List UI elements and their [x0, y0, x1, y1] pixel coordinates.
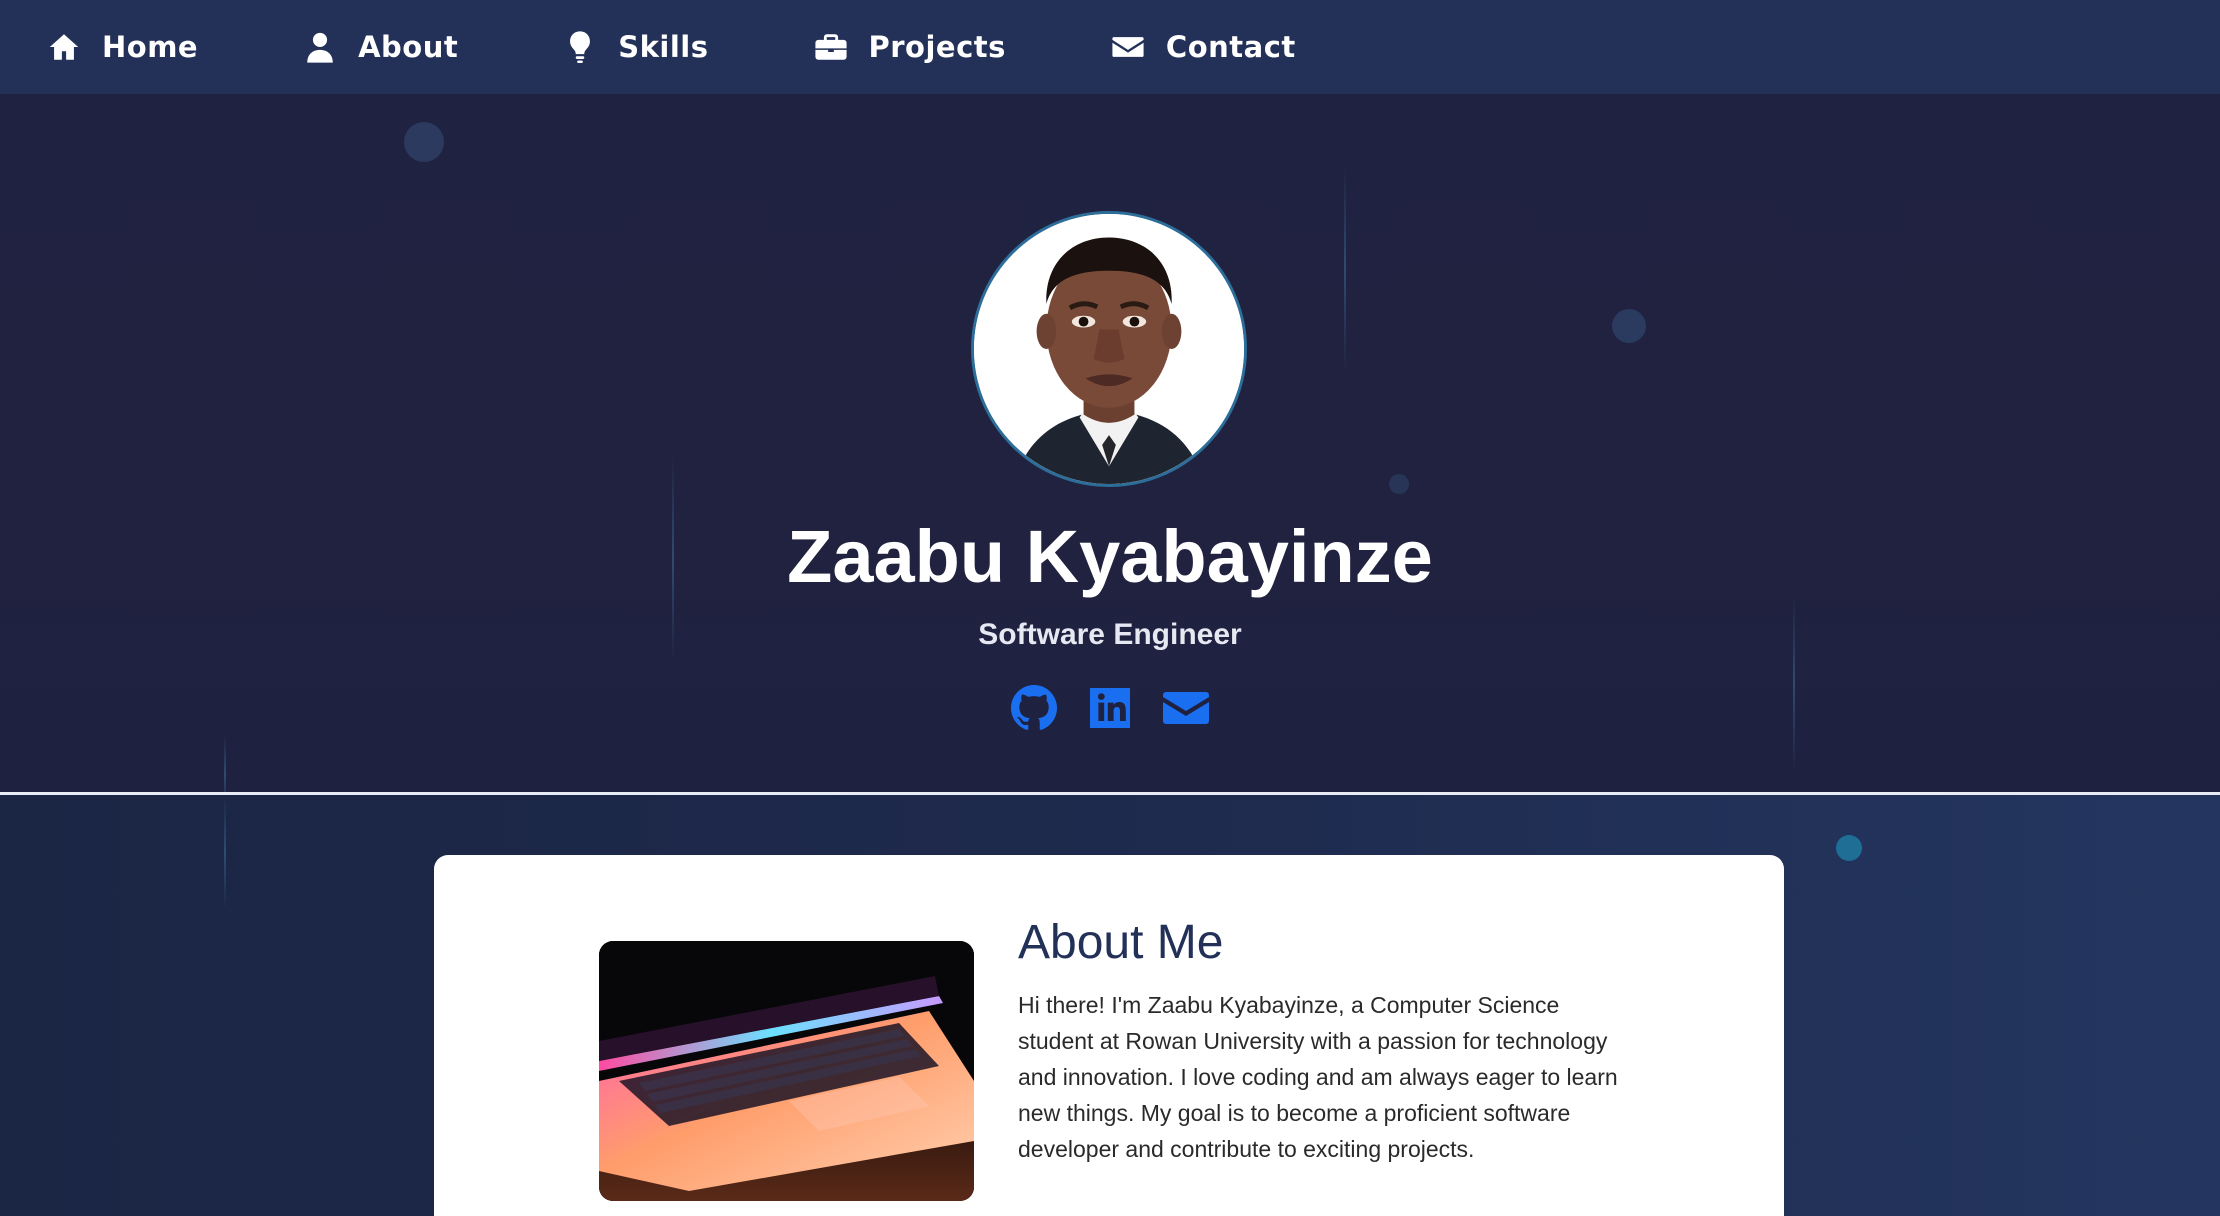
envelope-icon: [1162, 684, 1210, 732]
linkedin-link[interactable]: [1086, 684, 1134, 732]
github-link[interactable]: [1010, 684, 1058, 732]
envelope-icon: [1110, 29, 1146, 65]
nav-item-contact[interactable]: Contact: [1110, 29, 1296, 65]
about-card: About Me Hi there! I'm Zaabu Kyabayinze,…: [434, 855, 1784, 1216]
nav-item-home[interactable]: Home: [46, 29, 198, 65]
about-title: About Me: [1018, 916, 1224, 969]
hero-role: Software Engineer: [978, 618, 1242, 651]
about-section: About Me Hi there! I'm Zaabu Kyabayinze,…: [0, 795, 2220, 1216]
lightbulb-icon: [562, 29, 598, 65]
nav-item-label: Skills: [618, 30, 709, 64]
hero-section: Zaabu Kyabayinze Software Engineer: [0, 94, 2220, 792]
user-icon: [302, 29, 338, 65]
briefcase-icon: [813, 29, 849, 65]
decorative-dot: [1836, 835, 1862, 861]
email-link[interactable]: [1162, 684, 1210, 732]
github-icon: [1010, 684, 1058, 732]
home-icon: [46, 29, 82, 65]
nav-item-skills[interactable]: Skills: [562, 29, 708, 65]
about-text: Hi there! I'm Zaabu Kyabayinze, a Comput…: [1018, 992, 1618, 1162]
decorative-line: [224, 795, 226, 910]
top-navigation: Home About Skills Projects Contact: [0, 0, 2220, 94]
decorative-dot: [404, 122, 444, 162]
laptop-image: [599, 941, 974, 1201]
decorative-line: [224, 734, 226, 792]
nav-item-label: Home: [102, 30, 199, 64]
hero-name: Zaabu Kyabayinze: [787, 515, 1433, 598]
linkedin-icon: [1086, 684, 1134, 732]
nav-item-label: Contact: [1165, 30, 1296, 64]
nav-item-label: Projects: [868, 30, 1006, 64]
social-links: [0, 684, 2220, 732]
nav-item-projects[interactable]: Projects: [813, 29, 1006, 65]
nav-item-label: About: [358, 30, 459, 64]
decorative-line: [1344, 164, 1346, 374]
nav-item-about[interactable]: About: [302, 29, 458, 65]
profile-avatar: [971, 211, 1247, 487]
decorative-dot: [1612, 309, 1646, 343]
profile-portrait-image: [974, 214, 1244, 484]
decorative-dot: [1389, 474, 1409, 494]
